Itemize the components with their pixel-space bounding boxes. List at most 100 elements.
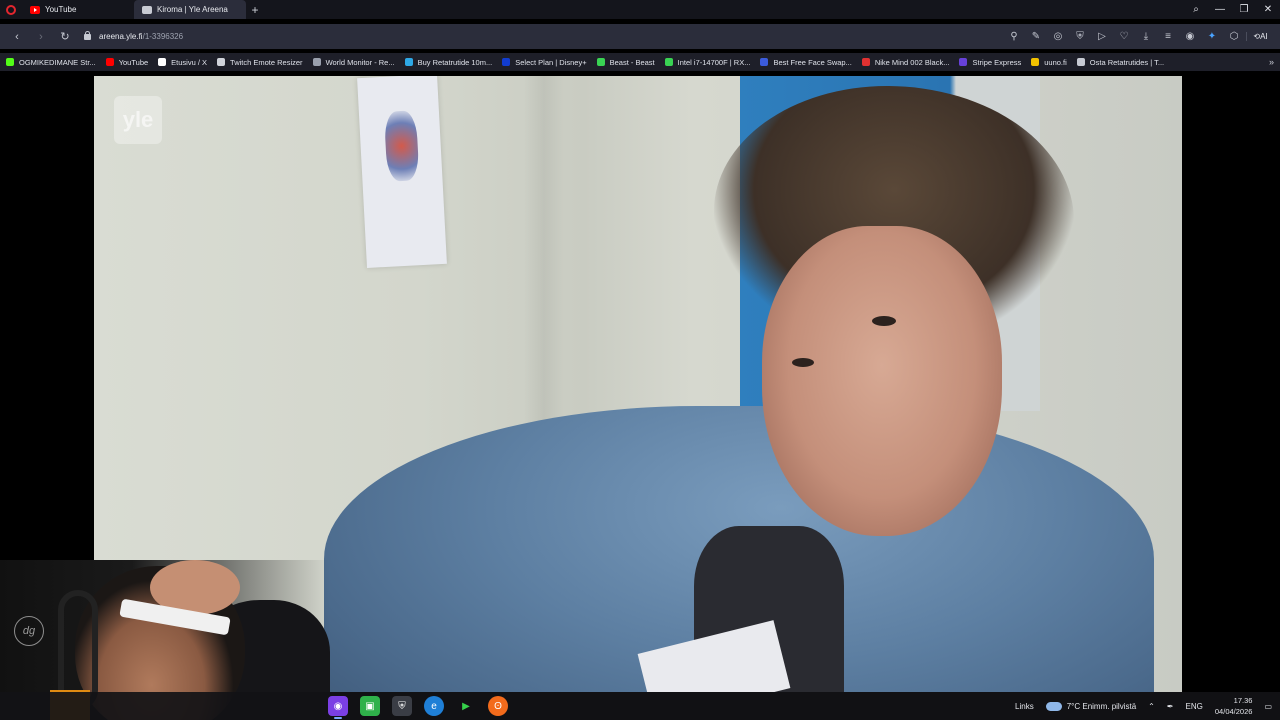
bookmark-label: Osta Retatrutides | T... (1089, 57, 1165, 67)
search-tabs-icon[interactable]: ⌕ (1184, 4, 1208, 15)
bookmark-item[interactable]: Intel i7-14700F | RX... (664, 57, 751, 67)
window-controls: ⌕ — ❐ ✕ (1184, 0, 1280, 19)
opera-gx-icon[interactable]: ◉ (328, 696, 348, 719)
bookmark-item[interactable]: Etusivu / X (158, 58, 207, 67)
tab-label: Kiroma | Yle Areena (157, 5, 228, 14)
yle-watermark: yle (114, 96, 162, 144)
bookmark-label: Nike Mind 002 Black... (874, 57, 950, 67)
bookmark-label: Buy Retatrutide 10m... (417, 57, 493, 67)
taskbar: ◉ ▣ ⛨ e ▶ ʘ Links 7°C Enimm. pilvistä ⌃ … (0, 692, 1280, 720)
edit-icon[interactable]: ✎ (1026, 31, 1046, 42)
bookmark-label: Stripe Express (972, 57, 1022, 67)
bookmark-item[interactable]: Nike Mind 002 Black... (861, 57, 950, 67)
tab-yle-areena[interactable]: Kiroma | Yle Areena (134, 0, 246, 19)
bookmark-item[interactable]: World Monitor - Re... (312, 57, 395, 67)
opera-menu-icon[interactable] (0, 0, 22, 19)
bookmark-item[interactable]: OGMIKEDIMANE Str... (6, 58, 96, 67)
profile-icon[interactable]: ◉ (1180, 31, 1200, 42)
bookmark-favicon-icon (502, 58, 511, 66)
forward-button[interactable]: › (30, 31, 52, 43)
bookmark-item[interactable]: uuno.fi (1031, 58, 1067, 67)
minimize-button[interactable]: — (1208, 4, 1232, 15)
links-toolbar[interactable]: Links (1015, 702, 1034, 711)
bookmark-favicon-icon (861, 58, 870, 66)
person-eye (792, 358, 814, 367)
bookmark-label: Etusivu / X (171, 57, 208, 67)
bookmark-favicon-icon (596, 58, 605, 66)
close-window-button[interactable]: ✕ (1256, 4, 1280, 15)
wall-poster (357, 76, 447, 268)
play-app-icon[interactable]: ▶ (456, 696, 476, 716)
heart-icon[interactable]: ♡ (1114, 31, 1134, 42)
player-icon[interactable]: ▷ (1092, 31, 1112, 42)
person-face (762, 226, 1002, 536)
edge-icon[interactable]: e (424, 696, 444, 716)
url-path: /1-3396326 (142, 32, 184, 41)
firefox-icon[interactable]: ʘ (488, 696, 508, 716)
person-eye (872, 316, 896, 326)
bookmark-favicon-icon (1076, 58, 1085, 66)
bookmark-item[interactable]: Buy Retatrutide 10m... (404, 57, 493, 67)
address-bar: ‹ › ↻ areena.yle.fi/1-3396326 ⚲ ✎ ◎ ⛨ ▷ … (0, 24, 1280, 49)
cube-icon[interactable]: ⬡ (1224, 31, 1244, 42)
bookmark-label: OGMIKEDIMANE Str... (19, 57, 96, 67)
bookmark-favicon-icon (312, 58, 321, 66)
back-button[interactable]: ‹ (6, 31, 28, 43)
bookmark-item[interactable]: Stripe Express (959, 58, 1021, 67)
bookmark-label: World Monitor - Re... (325, 57, 395, 67)
url-field[interactable]: areena.yle.fi/1-3396326 (84, 30, 184, 41)
bookmark-label: Intel i7-14700F | RX... (677, 57, 751, 67)
system-tray: Links 7°C Enimm. pilvistä ⌃ ✒ ENG 17.36 … (1015, 692, 1272, 720)
bookmark-favicon-icon (404, 58, 413, 66)
bookmark-label: Twitch Emote Resizer (230, 57, 303, 67)
bookmark-item[interactable]: Twitch Emote Resizer (217, 58, 303, 67)
bookmark-item[interactable]: YouTube (105, 58, 148, 67)
chevron-up-icon[interactable]: ⌃ (1148, 702, 1155, 711)
bookmark-favicon-icon (158, 58, 167, 66)
bookmarks-bar: OGMIKEDIMANE Str... YouTube Etusivu / X Twi… (0, 53, 1280, 71)
clock-date: 04/04/2026 (1214, 707, 1253, 716)
bookmark-item[interactable]: Beast - Beast (596, 57, 655, 67)
notifications-icon[interactable]: ▭ (1264, 702, 1272, 711)
pen-icon[interactable]: ✒ (1167, 702, 1174, 711)
tab-label: YouTube (45, 5, 77, 14)
shield-icon[interactable]: ⛨ (1070, 31, 1090, 42)
url-domain: areena.yle.fi (99, 32, 143, 41)
bookmark-favicon-icon (959, 58, 968, 66)
bookmark-label: Best Free Face Swap... (773, 57, 852, 67)
bookmark-item[interactable]: Osta Retatrutides | T... (1076, 57, 1165, 67)
bookmark-item[interactable]: Best Free Face Swap... (760, 57, 852, 67)
snapshot-icon[interactable]: ◎ (1048, 31, 1068, 42)
clock[interactable]: 17.36 04/04/2026 (1215, 695, 1253, 717)
menu-icon[interactable]: ≡ (1158, 31, 1178, 42)
maximize-button[interactable]: ❐ (1232, 4, 1256, 15)
lock-icon (84, 30, 91, 40)
bookmarks-overflow-icon[interactable]: » (1269, 57, 1274, 67)
reload-button[interactable]: ↻ (54, 30, 76, 43)
extension-icon[interactable]: ✦ (1202, 31, 1222, 42)
tab-youtube[interactable]: YouTube (22, 0, 134, 19)
terminal-icon[interactable]: ▣ (360, 696, 380, 716)
toolbar: ⚲ ✎ ◎ ⛨ ▷ ♡ ⤓ ≡ ◉ ✦ ⬡ ⟲AI (1004, 31, 1274, 42)
channel-badge: dg (14, 616, 44, 646)
weather-widget[interactable]: 7°C Enimm. pilvistä (1045, 701, 1137, 711)
tab-strip: YouTube Kiroma | Yle Areena + ⌕ — ❐ ✕ (0, 0, 1280, 19)
zoom-icon[interactable]: ⚲ (1004, 31, 1024, 42)
bookmark-favicon-icon (105, 58, 114, 66)
bookmark-label: Select Plan | Disney+ (515, 57, 587, 67)
language-indicator[interactable]: ENG (1186, 702, 1203, 711)
bookmark-label: Beast - Beast (609, 57, 655, 67)
shield-app-icon[interactable]: ⛨ (392, 696, 412, 716)
bookmark-favicon-icon (6, 58, 14, 66)
yle-icon (142, 5, 152, 14)
taskbar-apps: ◉ ▣ ⛨ e ▶ ʘ (328, 696, 508, 719)
bookmark-favicon-icon (217, 58, 226, 66)
cloud-icon (1045, 701, 1062, 711)
new-tab-button[interactable]: + (246, 3, 264, 17)
ai-button[interactable]: ⟲AI (1246, 32, 1274, 41)
youtube-icon (30, 5, 40, 14)
bookmark-favicon-icon (664, 58, 673, 66)
download-icon[interactable]: ⤓ (1136, 31, 1156, 42)
bookmark-item[interactable]: Select Plan | Disney+ (502, 57, 587, 67)
weather-text: 7°C Enimm. pilvistä (1066, 701, 1137, 711)
